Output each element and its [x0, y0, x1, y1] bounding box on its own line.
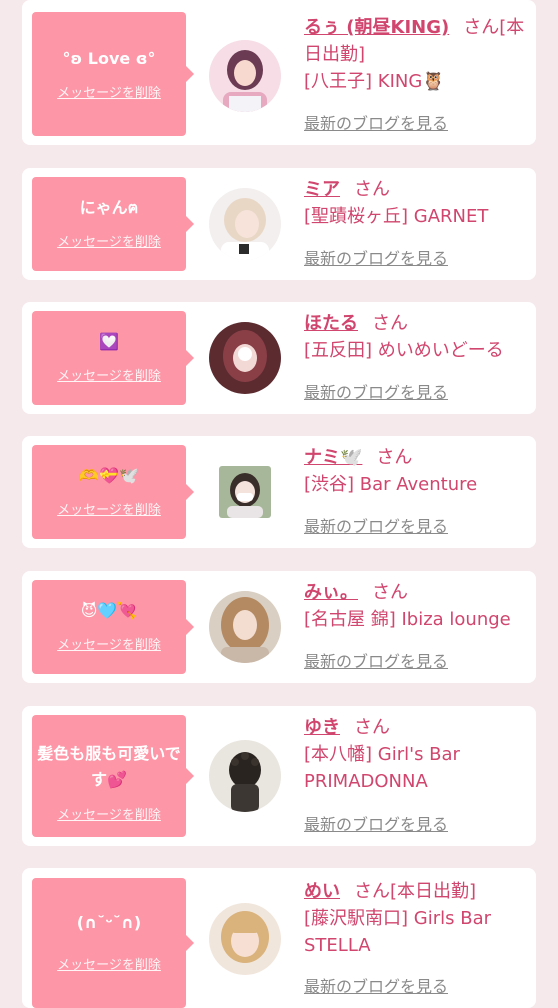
avatar[interactable]: [209, 740, 281, 812]
shop-label: [藤沢駅南口] Girls Bar STELLA: [304, 908, 491, 956]
user-suffix: さん: [372, 313, 408, 334]
user-info: ゆき さん [本八幡] Girl's Bar PRIMADONNA: [304, 714, 530, 795]
girl-portrait-icon: [209, 591, 281, 663]
user-name-link[interactable]: ほたる: [304, 313, 358, 334]
message-text: 💟: [99, 332, 119, 351]
message-text: 🫶💝🕊️: [79, 466, 139, 485]
shop-label: [五反田] めいめいどーる: [304, 340, 504, 361]
avatar[interactable]: [209, 188, 281, 260]
user-name-link[interactable]: ゆき: [304, 717, 340, 738]
message-card: 髪色も服も可愛いです💕 メッセージを削除 ゆき さん [本八幡] Girl's B…: [22, 706, 536, 846]
latest-blog-link[interactable]: 最新のブログを見る: [304, 978, 448, 996]
message-bubble: 🫶💝🕊️ メッセージを削除: [32, 445, 194, 539]
user-suffix: さん: [372, 582, 408, 603]
user-name-link[interactable]: るぅ (朝昼KING): [304, 17, 449, 38]
hair-back-icon: [209, 740, 281, 812]
message-bubble: 髪色も服も可愛いです💕 メッセージを削除: [32, 715, 194, 837]
user-info: みぃ。 さん [名古屋 錦] Ibiza lounge: [304, 579, 530, 633]
user-suffix: さん: [354, 179, 390, 200]
user-info: ほたる さん [五反田] めいめいどーる: [304, 310, 530, 364]
message-card: °ʚ Love ɞ° メッセージを削除 るぅ (朝昼KING) さん[本日出勤] …: [22, 0, 536, 145]
delete-message-link[interactable]: メッセージを削除: [32, 958, 186, 974]
latest-blog-link[interactable]: 最新のブログを見る: [304, 250, 448, 268]
message-card: 🫶💝🕊️ メッセージを削除 ナミ🕊️ さん [渋谷] Bar Aventure 最…: [22, 436, 536, 548]
user-info: ナミ🕊️ さん [渋谷] Bar Aventure: [304, 444, 530, 498]
latest-blog-link[interactable]: 最新のブログを見る: [304, 816, 448, 834]
shop-label: [本八幡] Girl's Bar PRIMADONNA: [304, 744, 460, 792]
avatar[interactable]: [209, 40, 281, 112]
user-name-link[interactable]: ナミ🕊️: [304, 447, 362, 468]
latest-blog-link[interactable]: 最新のブログを見る: [304, 518, 448, 536]
message-text: (∩˘ᵕ˘∩): [76, 913, 142, 932]
message-card: 😈🩵💘 メッセージを削除 みぃ。 さん [名古屋 錦] Ibiza lounge …: [22, 571, 536, 683]
avatar[interactable]: [209, 322, 281, 394]
girl-portrait-icon: [219, 466, 271, 518]
girl-portrait-icon: [209, 322, 281, 394]
user-suffix: さん[本日出勤]: [354, 881, 477, 902]
latest-blog-link[interactable]: 最新のブログを見る: [304, 653, 448, 671]
message-bubble: 💟 メッセージを削除: [32, 311, 194, 405]
delete-message-link[interactable]: メッセージを削除: [32, 369, 186, 385]
shop-label: [聖蹟桜ヶ丘] GARNET: [304, 206, 489, 227]
delete-message-link[interactable]: メッセージを削除: [32, 503, 186, 519]
delete-message-link[interactable]: メッセージを削除: [32, 808, 186, 824]
message-text: °ʚ Love ɞ°: [62, 49, 156, 68]
user-suffix: さん: [376, 447, 413, 468]
message-bubble: 😈🩵💘 メッセージを削除: [32, 580, 194, 674]
delete-message-link[interactable]: メッセージを削除: [32, 638, 186, 654]
latest-blog-link[interactable]: 最新のブログを見る: [304, 115, 448, 133]
shop-label: [八王子] KING🦉: [304, 71, 445, 92]
message-bubble: (∩˘ᵕ˘∩) メッセージを削除: [32, 878, 194, 1008]
shop-label: [渋谷] Bar Aventure: [304, 474, 478, 495]
message-text: 😈🩵💘: [80, 601, 138, 620]
message-card: 💟 メッセージを削除 ほたる さん [五反田] めいめいどーる 最新のブログを見る: [22, 302, 536, 414]
message-list: °ʚ Love ɞ° メッセージを削除 るぅ (朝昼KING) さん[本日出勤] …: [0, 0, 558, 1008]
user-name-link[interactable]: ミア: [304, 179, 340, 200]
delete-message-link[interactable]: メッセージを削除: [32, 86, 186, 102]
message-text: にゃんฅ: [79, 198, 139, 217]
message-text: 髪色も服も可愛いです💕: [37, 744, 181, 789]
user-name-link[interactable]: めい: [304, 881, 340, 902]
latest-blog-link[interactable]: 最新のブログを見る: [304, 384, 448, 402]
user-info: めい さん[本日出勤] [藤沢駅南口] Girls Bar STELLA: [304, 878, 530, 959]
delete-message-link[interactable]: メッセージを削除: [32, 235, 186, 251]
avatar[interactable]: [209, 903, 281, 975]
girl-portrait-icon: [209, 188, 281, 260]
message-card: にゃんฅ メッセージを削除 ミア さん [聖蹟桜ヶ丘] GARNET 最新のブログ…: [22, 168, 536, 280]
girl-portrait-icon: [209, 903, 281, 975]
avatar[interactable]: [209, 591, 281, 663]
message-card: (∩˘ᵕ˘∩) メッセージを削除 めい さん[本日出勤] [藤沢駅南口] Girl…: [22, 868, 536, 1008]
shop-label: [名古屋 錦] Ibiza lounge: [304, 609, 511, 630]
user-name-link[interactable]: みぃ。: [304, 582, 358, 603]
girl-portrait-icon: [209, 40, 281, 112]
user-suffix: さん: [354, 717, 390, 738]
avatar[interactable]: [219, 466, 271, 518]
message-bubble: °ʚ Love ɞ° メッセージを削除: [32, 12, 194, 136]
message-bubble: にゃんฅ メッセージを削除: [32, 177, 194, 271]
user-info: るぅ (朝昼KING) さん[本日出勤] [八王子] KING🦉: [304, 14, 530, 95]
user-info: ミア さん [聖蹟桜ヶ丘] GARNET: [304, 176, 530, 230]
